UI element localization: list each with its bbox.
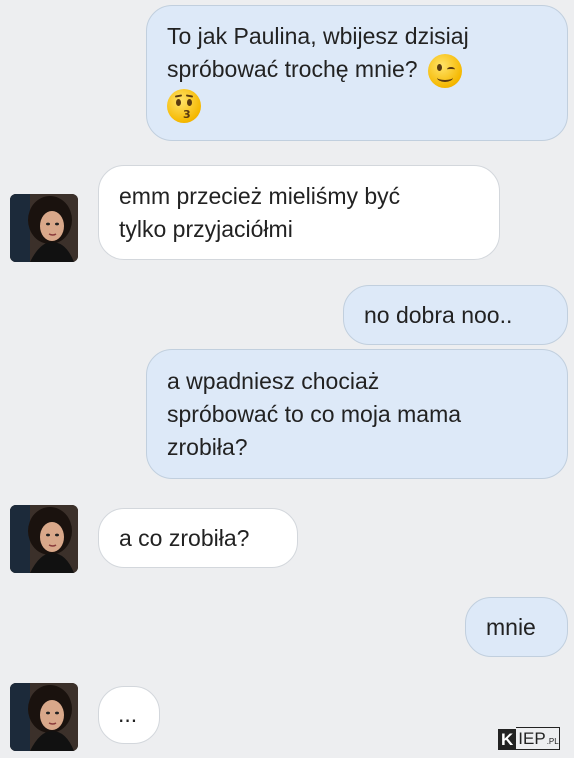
message-line: emm przecież mieliśmy być [119, 183, 401, 209]
message-line: no dobra noo.. [364, 302, 513, 328]
message-line: tylko przyjaciółmi [119, 216, 293, 242]
message-line: a co zrobiła? [119, 525, 250, 551]
received-message-bubble: emm przecież mieliśmy być tylko przyjaci… [98, 165, 500, 260]
message-line: spróbować trochę mnie? [167, 56, 418, 82]
sent-message-bubble: mnie [465, 597, 568, 657]
contact-avatar[interactable] [10, 683, 78, 751]
contact-avatar[interactable] [10, 505, 78, 573]
received-message-bubble: ... [98, 686, 160, 744]
winking-face-emoji-icon [427, 53, 462, 88]
message-line: spróbować to co moja mama [167, 401, 462, 427]
contact-avatar[interactable] [10, 194, 78, 262]
watermark-text: IEP.PL [516, 727, 560, 750]
message-line: mnie [486, 614, 536, 640]
watermark-k: K [498, 729, 517, 750]
received-message-bubble: a co zrobiła? [98, 508, 298, 568]
message-line: To jak Paulina, wbijesz dzisiaj [167, 23, 469, 49]
message-line: ... [118, 701, 138, 727]
kissing-face-emoji-icon: 3 [167, 88, 201, 123]
sent-message-bubble: no dobra noo.. [343, 285, 568, 345]
kiep-watermark-logo: K IEP.PL [498, 727, 560, 750]
sent-message-bubble: a wpadniesz chociaż spróbować to co moja… [146, 349, 568, 479]
message-line: zrobiła? [167, 434, 248, 460]
sent-message-bubble: To jak Paulina, wbijesz dzisiaj spróbowa… [146, 5, 568, 141]
message-line: a wpadniesz chociaż [167, 368, 380, 394]
